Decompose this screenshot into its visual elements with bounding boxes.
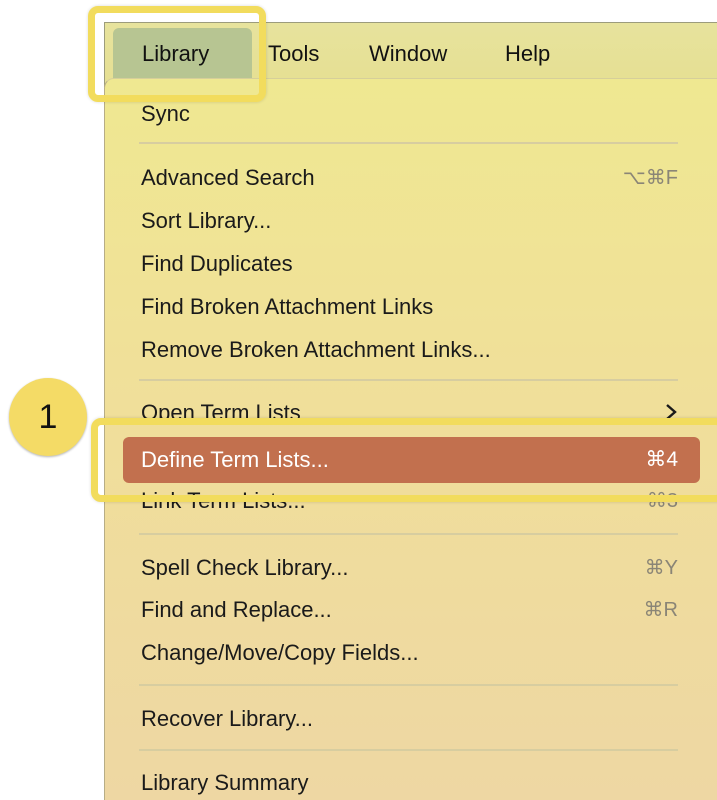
menu-separator [139, 142, 678, 144]
menu-item-recover-library[interactable]: Recover Library... [141, 705, 313, 733]
menu-item-spell-check-library[interactable]: Spell Check Library... [141, 554, 348, 582]
menu-item-find-and-replace[interactable]: Find and Replace... [141, 596, 332, 624]
menu-help[interactable]: Help [505, 40, 550, 68]
step-number-badge: 1 [9, 378, 87, 456]
menu-item-change-move-copy-fields[interactable]: Change/Move/Copy Fields... [141, 639, 419, 667]
shortcut-advanced-search: ⌥⌘F [622, 167, 678, 189]
menu-separator [139, 749, 678, 751]
callout-define-term-lists-box [91, 418, 717, 502]
menu-item-sync[interactable]: Sync [141, 100, 190, 128]
menu-item-advanced-search[interactable]: Advanced Search [141, 164, 315, 192]
shortcut-find-and-replace: ⌘R [643, 599, 678, 621]
menu-separator [139, 379, 678, 381]
menu-separator [139, 533, 678, 535]
menu-item-remove-broken-attachment-links[interactable]: Remove Broken Attachment Links... [141, 336, 491, 364]
menu-item-find-duplicates[interactable]: Find Duplicates [141, 250, 293, 278]
shortcut-spell-check: ⌘Y [644, 557, 678, 579]
menu-item-library-summary[interactable]: Library Summary [141, 769, 308, 797]
callout-library-menu-box [88, 6, 266, 102]
menu-separator [139, 684, 678, 686]
menu-item-find-broken-attachment-links[interactable]: Find Broken Attachment Links [141, 293, 433, 321]
menu-tools[interactable]: Tools [268, 40, 319, 68]
menu-item-sort-library[interactable]: Sort Library... [141, 207, 271, 235]
menu-window[interactable]: Window [369, 40, 447, 68]
